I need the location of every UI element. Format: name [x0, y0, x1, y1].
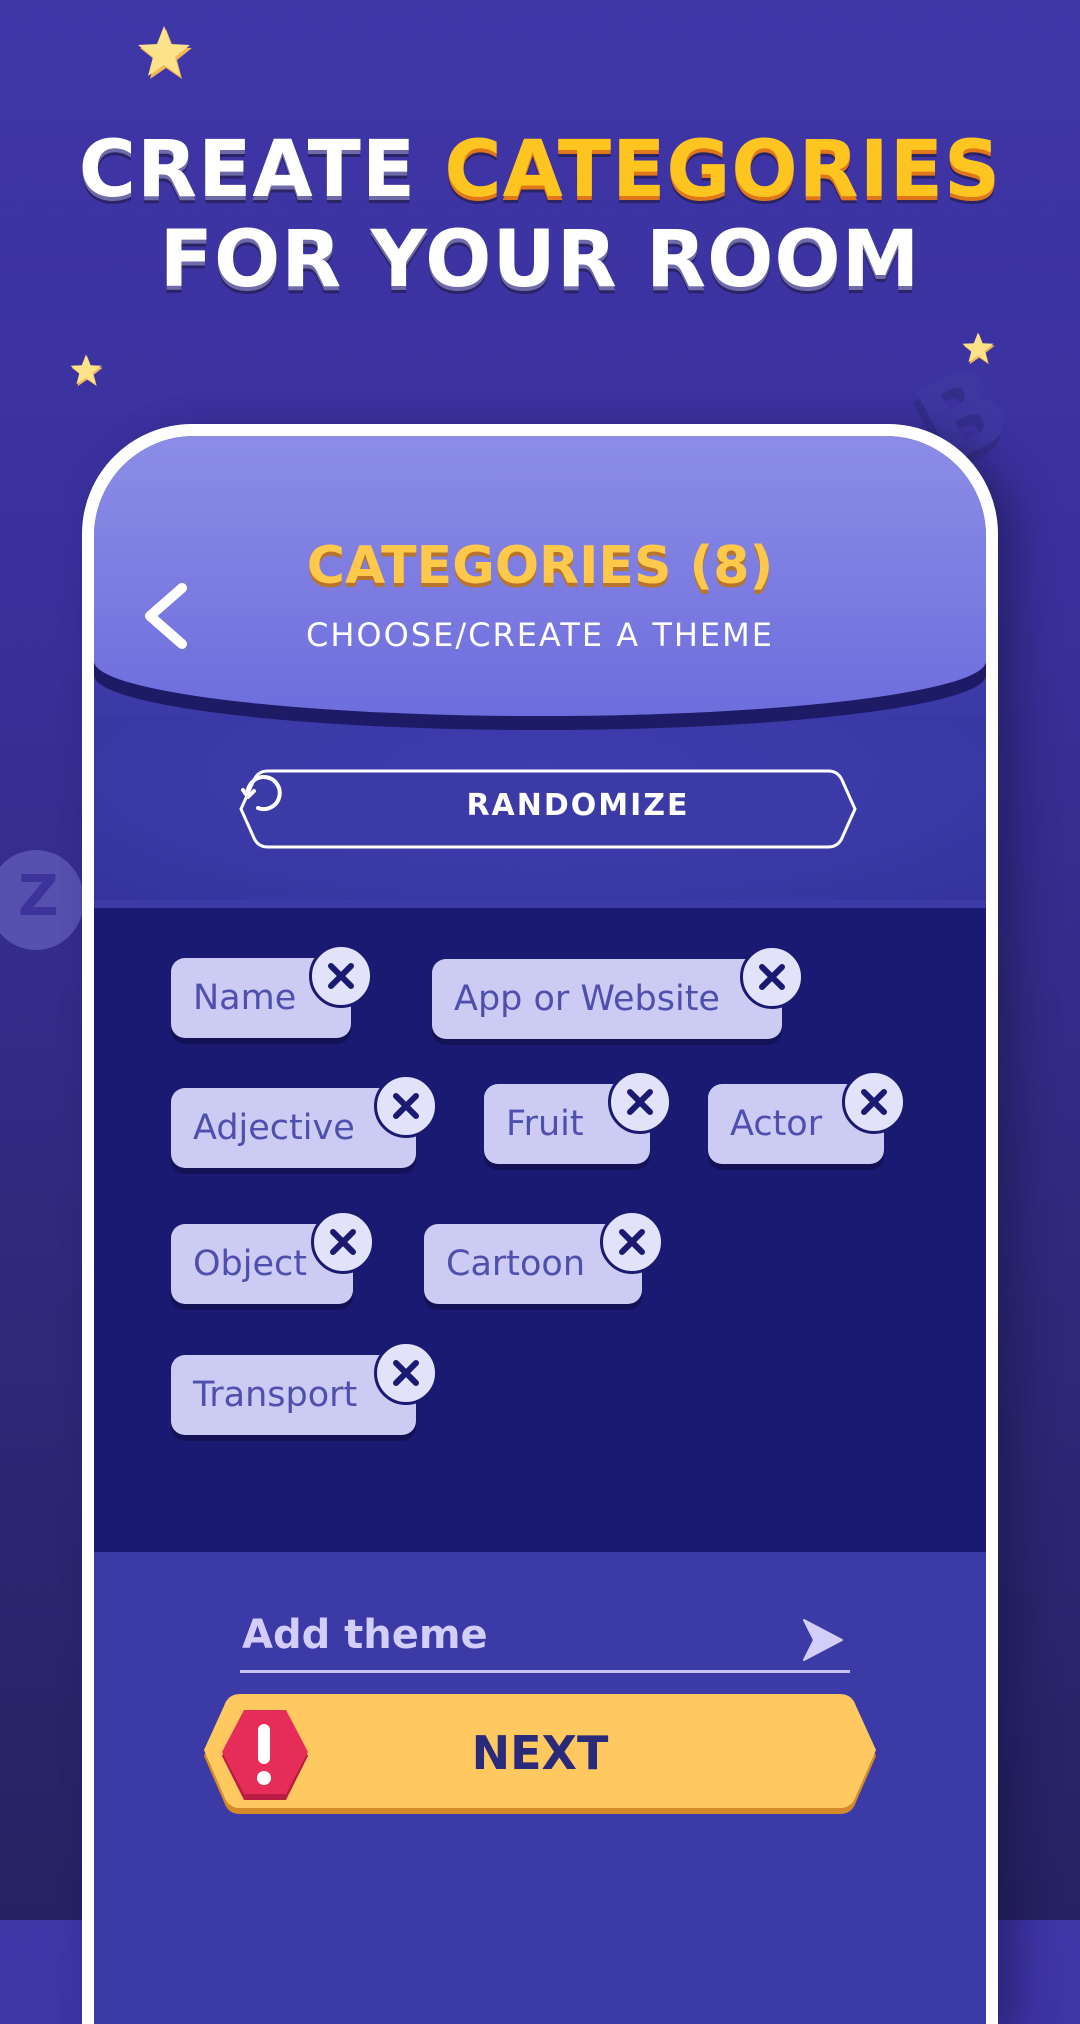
send-button[interactable]	[800, 1618, 844, 1662]
category-tag[interactable]: Name	[171, 944, 373, 1038]
decorative-letter-z: Z	[18, 864, 59, 929]
close-icon	[861, 1089, 887, 1115]
remove-category-button[interactable]	[311, 1210, 375, 1274]
page-subtitle: CHOOSE/CREATE A THEME	[306, 616, 774, 654]
category-tag[interactable]: Fruit	[484, 1070, 672, 1164]
promo-line1-highlight: CATEGORIES	[444, 125, 1002, 215]
category-tag-label: Actor	[730, 1104, 823, 1144]
remove-category-button[interactable]	[740, 945, 804, 1009]
app-screen: CATEGORIES (8) CHOOSE/CREATE A THEME RAN…	[94, 436, 986, 2024]
category-tag[interactable]: Transport	[171, 1341, 438, 1435]
category-tag-label: Object	[193, 1244, 307, 1284]
next-button[interactable]: NEXT	[200, 1692, 880, 1820]
header: CATEGORIES (8) CHOOSE/CREATE A THEME	[94, 436, 986, 716]
next-label: NEXT	[471, 1726, 609, 1780]
page-title: CATEGORIES (8)	[306, 536, 774, 596]
category-tag-label: Name	[193, 978, 297, 1018]
category-tag[interactable]: Cartoon	[424, 1210, 664, 1304]
promo-line1-prefix: CREATE	[78, 125, 445, 215]
remove-category-button[interactable]	[600, 1210, 664, 1274]
category-tag-label: Cartoon	[446, 1244, 586, 1284]
remove-category-button[interactable]	[608, 1070, 672, 1134]
star-icon	[70, 354, 103, 387]
category-tag-label: Adjective	[193, 1108, 355, 1148]
close-icon	[627, 1089, 653, 1115]
send-arrow-icon	[803, 1619, 843, 1661]
remove-category-button[interactable]	[842, 1070, 906, 1134]
randomize-button[interactable]: RANDOMIZE	[238, 768, 858, 850]
category-list: Name App or Website Adjective Fruit Acto…	[94, 908, 986, 1552]
add-theme-input[interactable]	[240, 1604, 764, 1666]
category-tag-label: Fruit	[506, 1104, 584, 1144]
phone-frame: CATEGORIES (8) CHOOSE/CREATE A THEME RAN…	[82, 424, 998, 2024]
randomize-label: RANDOMIZE	[466, 788, 690, 823]
decorative-letter-z-bubble: Z	[0, 850, 84, 950]
category-tag[interactable]: Object	[171, 1210, 375, 1304]
promo-line2: FOR YOUR ROOM	[159, 215, 921, 305]
promo-headline: CREATE CATEGORIES FOR YOUR ROOM	[0, 125, 1080, 305]
add-theme-field	[240, 1604, 850, 1673]
close-icon	[393, 1093, 419, 1119]
remove-category-button[interactable]	[374, 1074, 438, 1138]
star-icon	[138, 26, 192, 79]
category-tag[interactable]: Actor	[708, 1070, 906, 1164]
category-tag[interactable]: Adjective	[171, 1074, 438, 1168]
close-icon	[759, 964, 785, 990]
category-tag[interactable]: App or Website	[432, 945, 804, 1039]
close-icon	[393, 1360, 419, 1386]
remove-category-button[interactable]	[309, 944, 373, 1008]
remove-category-button[interactable]	[374, 1341, 438, 1405]
category-tag-label: Transport	[193, 1375, 358, 1415]
close-icon	[619, 1229, 645, 1255]
close-icon	[328, 963, 354, 989]
category-tag-label: App or Website	[454, 979, 720, 1019]
close-icon	[330, 1229, 356, 1255]
